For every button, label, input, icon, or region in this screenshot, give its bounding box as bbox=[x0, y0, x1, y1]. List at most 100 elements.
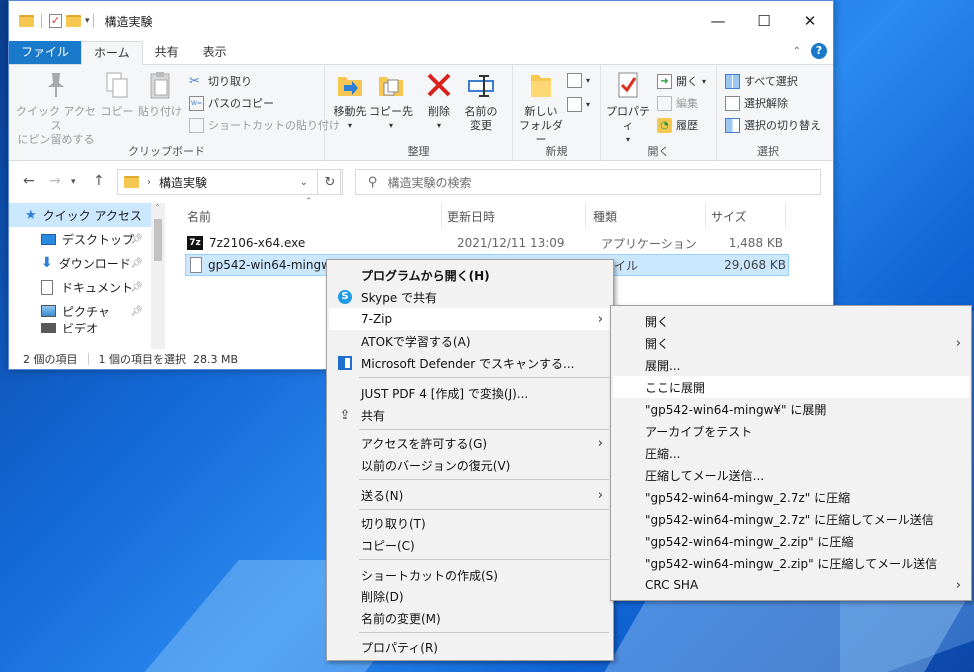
pin-icon[interactable]: 📌︎ bbox=[130, 282, 143, 293]
submenu-arrow-icon: › bbox=[955, 335, 961, 351]
submenu-item-compress-email[interactable]: 圧縮してメール送信... bbox=[613, 464, 969, 486]
menu-item-open-with[interactable]: プログラムから開く(H) bbox=[329, 264, 611, 286]
select-all-button[interactable]: すべて選択 bbox=[725, 73, 798, 89]
menu-item-justpdf[interactable]: JUST PDF 4 [作成] で変換(J)... bbox=[329, 382, 611, 404]
properties-button[interactable]: プロパティ ▾ bbox=[603, 69, 653, 147]
new-folder-icon[interactable] bbox=[66, 15, 81, 27]
nav-item-documents[interactable]: ドキュメント 📌︎ bbox=[9, 275, 165, 299]
menu-item-delete[interactable]: 削除(D) bbox=[329, 585, 611, 607]
copy-to-button[interactable]: コピー先 ▾ bbox=[369, 69, 413, 133]
address-bar[interactable]: › 構造実験 ⌄ bbox=[117, 169, 341, 195]
star-icon: ★ bbox=[25, 207, 37, 223]
column-size[interactable]: サイズ bbox=[711, 205, 747, 227]
easy-access-button[interactable]: ▾ bbox=[567, 97, 590, 112]
copy-path-button[interactable]: W= パスのコピー bbox=[189, 95, 274, 111]
scroll-thumb[interactable] bbox=[154, 219, 162, 261]
rename-icon bbox=[465, 69, 497, 101]
pin-icon[interactable]: 📌︎ bbox=[130, 258, 143, 269]
refresh-button[interactable]: ↻ bbox=[317, 169, 343, 195]
file-row[interactable]: 7z 7z2106-x64.exe 2021/12/11 13:09 アプリケー… bbox=[185, 232, 789, 254]
history-button[interactable]: ◔ 履歴 bbox=[657, 117, 698, 133]
submenu-item-compress[interactable]: 圧縮... bbox=[613, 442, 969, 464]
nav-item-videos[interactable]: ビデオ bbox=[9, 323, 165, 333]
paste-shortcut-button[interactable]: ショートカットの貼り付け bbox=[189, 117, 340, 133]
menu-item-copy[interactable]: コピー(C) bbox=[329, 534, 611, 556]
submenu-item-open-more[interactable]: 開く › bbox=[613, 332, 969, 354]
menu-item-skype-share[interactable]: S Skype で共有 bbox=[329, 286, 611, 308]
submenu-item-compress-zip-email[interactable]: "gp542-win64-mingw_2.zip" に圧縮してメール送信 bbox=[613, 552, 969, 574]
column-name[interactable]: 名前 bbox=[187, 205, 211, 227]
invert-selection-button[interactable]: 選択の切り替え bbox=[725, 117, 821, 133]
submenu-arrow-icon: › bbox=[597, 487, 603, 503]
nav-item-pictures[interactable]: ピクチャ 📌︎ bbox=[9, 299, 165, 323]
properties-check-icon[interactable]: ✓ bbox=[49, 14, 62, 28]
paste-icon bbox=[144, 69, 176, 101]
selected-info: 1 個の項目を選択 28.3 MB bbox=[98, 353, 239, 366]
properties-check-icon bbox=[612, 69, 644, 101]
folder-icon bbox=[19, 15, 34, 27]
copy-folder-icon bbox=[375, 69, 407, 101]
ribbon-collapse-icon[interactable]: ⌃ bbox=[793, 46, 801, 57]
menu-item-create-shortcut[interactable]: ショートカットの作成(S) bbox=[329, 564, 611, 586]
copy-button[interactable]: コピー bbox=[99, 69, 135, 119]
nav-item-quick-access[interactable]: ★ クイック アクセス bbox=[9, 203, 165, 227]
menu-item-rename[interactable]: 名前の変更(M) bbox=[329, 607, 611, 629]
minimize-button[interactable]: — bbox=[695, 1, 741, 41]
menu-item-restore[interactable]: 以前のバージョンの復元(V) bbox=[329, 454, 611, 476]
submenu-item-compress-7z[interactable]: "gp542-win64-mingw_2.7z" に圧縮 bbox=[613, 486, 969, 508]
nav-item-downloads[interactable]: ⬇ ダウンロード 📌︎ bbox=[9, 251, 165, 275]
menu-item-properties[interactable]: プロパティ(R) bbox=[329, 636, 611, 658]
address-row: ← → ▾ ↑ › 構造実験 ⌄ ↻ ⚲ 構造実験の検索 bbox=[9, 161, 833, 203]
pin-icon[interactable]: 📌︎ bbox=[130, 306, 143, 317]
submenu-item-extract-to-folder[interactable]: "gp542-win64-mingw¥" に展開 bbox=[613, 398, 969, 420]
submenu-item-test-archive[interactable]: アーカイブをテスト bbox=[613, 420, 969, 442]
new-item-button[interactable]: ▾ bbox=[567, 73, 590, 88]
recent-dropdown-icon[interactable]: ▾ bbox=[71, 177, 76, 187]
edit-button[interactable]: 編集 bbox=[657, 95, 698, 111]
nav-scrollbar[interactable]: ⌃ bbox=[151, 203, 165, 349]
back-arrow-icon[interactable]: ← bbox=[23, 173, 35, 189]
customize-dropdown-icon[interactable]: ▾ bbox=[85, 16, 90, 26]
menu-item-share[interactable]: ⇪ 共有 bbox=[329, 404, 611, 426]
submenu-item-crc-sha[interactable]: CRC SHA › bbox=[613, 574, 969, 596]
address-dropdown-icon[interactable]: ⌄ bbox=[300, 177, 308, 188]
menu-item-send-to[interactable]: 送る(N) › bbox=[329, 484, 611, 506]
tab-view[interactable]: 表示 bbox=[191, 41, 239, 64]
delete-button[interactable]: 削除 ▾ bbox=[421, 69, 457, 133]
close-button[interactable]: ✕ bbox=[787, 1, 833, 41]
menu-item-cut[interactable]: 切り取り(T) bbox=[329, 512, 611, 534]
menu-item-give-access[interactable]: アクセスを許可する(G) › bbox=[329, 432, 611, 454]
pin-icon[interactable]: 📌︎ bbox=[130, 234, 143, 245]
forward-arrow-icon[interactable]: → bbox=[49, 173, 61, 189]
open-button[interactable]: ➜ 開く ▾ bbox=[657, 73, 706, 89]
menu-item-atok[interactable]: ATOKで学習する(A) bbox=[329, 330, 611, 352]
move-to-button[interactable]: 移動先 ▾ bbox=[331, 69, 369, 133]
menu-item-7zip[interactable]: 7-Zip › bbox=[329, 308, 611, 330]
ribbon-tabs: ファイル ホーム 共有 表示 ⌃ ? bbox=[9, 41, 833, 65]
submenu-item-extract[interactable]: 展開... bbox=[613, 354, 969, 376]
cut-button[interactable]: ✂ 切り取り bbox=[189, 73, 252, 89]
submenu-item-open[interactable]: 開く bbox=[613, 310, 969, 332]
paste-button[interactable]: 貼り付け bbox=[137, 69, 183, 119]
search-input[interactable]: ⚲ 構造実験の検索 bbox=[355, 169, 821, 195]
nav-item-desktop[interactable]: デスクトップ 📌︎ bbox=[9, 227, 165, 251]
menu-item-defender[interactable]: Microsoft Defender でスキャンする... bbox=[329, 352, 611, 374]
select-none-button[interactable]: 選択解除 bbox=[725, 95, 788, 111]
folder-icon bbox=[124, 176, 139, 188]
tab-share[interactable]: 共有 bbox=[143, 41, 191, 64]
maximize-button[interactable]: ☐ bbox=[741, 1, 787, 41]
tab-file[interactable]: ファイル bbox=[9, 41, 82, 64]
up-arrow-icon[interactable]: ↑ bbox=[93, 173, 105, 189]
submenu-item-compress-7z-email[interactable]: "gp542-win64-mingw_2.7z" に圧縮してメール送信 bbox=[613, 508, 969, 530]
tab-home[interactable]: ホーム bbox=[81, 41, 143, 65]
help-icon[interactable]: ? bbox=[811, 43, 827, 59]
invert-selection-icon bbox=[725, 117, 740, 133]
new-folder-button[interactable]: 新しい フォルダー bbox=[517, 69, 565, 147]
column-type[interactable]: 種類 bbox=[593, 205, 617, 227]
submenu-item-compress-zip[interactable]: "gp542-win64-mingw_2.zip" に圧縮 bbox=[613, 530, 969, 552]
rename-button[interactable]: 名前の 変更 bbox=[459, 69, 503, 133]
pin-quick-access-button[interactable]: クイック アクセス にピン留めする bbox=[15, 69, 97, 147]
column-modified[interactable]: 更新日時 bbox=[447, 205, 495, 227]
submenu-item-extract-here[interactable]: ここに展開 bbox=[613, 376, 969, 398]
scroll-up-icon[interactable]: ⌃ bbox=[154, 203, 161, 212]
